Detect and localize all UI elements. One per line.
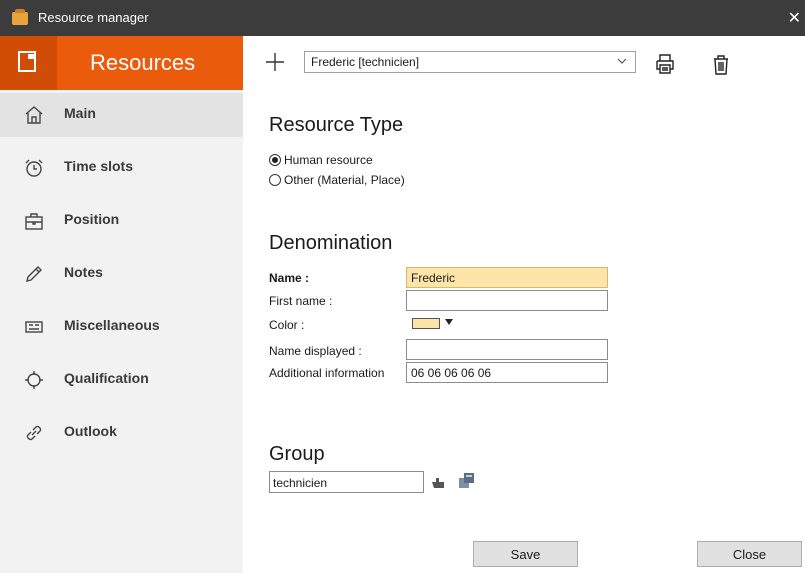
close-button[interactable]: Close (697, 541, 802, 567)
color-dropdown-icon[interactable] (445, 319, 453, 325)
copy-windows-icon[interactable] (458, 472, 476, 490)
radio-unchecked-indicator (269, 174, 281, 186)
denomination-title: Denomination (269, 232, 393, 254)
radio-other[interactable]: Other (Material, Place) (269, 173, 405, 187)
save-button[interactable]: Save (473, 541, 578, 567)
sidebar: Resources Main Time slots Position Notes… (0, 36, 243, 573)
sidebar-item-position[interactable]: Position (0, 199, 243, 243)
trash-icon[interactable] (712, 54, 730, 76)
color-swatch[interactable] (412, 318, 440, 329)
alarm-clock-icon (25, 159, 43, 177)
sidebar-item-time-slots[interactable]: Time slots (0, 146, 243, 190)
sidebar-item-label: Qualification (64, 370, 149, 386)
sidebar-item-miscellaneous[interactable]: Miscellaneous (0, 305, 243, 349)
additional-information-label: Additional information (269, 366, 385, 380)
sidebar-item-label: Miscellaneous (64, 317, 160, 333)
sidebar-header: Resources (0, 36, 243, 90)
color-label: Color : (269, 318, 305, 332)
name-label: Name : (269, 271, 310, 285)
crosshair-icon (25, 371, 43, 389)
window-title: Resource manager (38, 10, 149, 25)
name-displayed-field[interactable] (406, 339, 608, 360)
resources-icon (0, 36, 57, 90)
sidebar-header-label: Resources (90, 50, 196, 75)
resource-select[interactable]: Frederic [technicien] (304, 51, 636, 73)
chevron-down-icon (617, 58, 627, 64)
hand-pointer-icon[interactable] (430, 474, 446, 490)
sidebar-item-label: Outlook (64, 423, 117, 439)
folder-icon (12, 9, 28, 25)
sidebar-item-qualification[interactable]: Qualification (0, 358, 243, 402)
sidebar-item-label: Main (64, 105, 96, 121)
sidebar-item-outlook[interactable]: Outlook (0, 411, 243, 455)
radio-checked-indicator (269, 154, 281, 166)
resource-select-value: Frederic [technicien] (311, 55, 420, 69)
link-icon (26, 425, 42, 441)
group-title: Group (269, 443, 325, 465)
briefcase-icon (25, 213, 43, 230)
first-name-field[interactable] (406, 290, 608, 311)
plus-icon[interactable] (263, 50, 287, 74)
pencil-icon (26, 266, 42, 282)
first-name-label: First name : (269, 294, 333, 308)
sidebar-item-label: Time slots (64, 158, 133, 174)
group-field[interactable]: technicien (269, 471, 424, 493)
radio-label: Human resource (284, 153, 373, 167)
keyboard-icon (25, 321, 43, 333)
name-displayed-label: Name displayed : (269, 344, 362, 358)
window-close-button[interactable]: ✕ (788, 8, 801, 28)
sidebar-item-main[interactable]: Main (0, 93, 243, 137)
home-icon (25, 106, 43, 124)
sidebar-item-label: Notes (64, 264, 103, 280)
name-field[interactable]: Frederic (406, 267, 608, 288)
printer-icon[interactable] (654, 53, 676, 75)
radio-human-resource[interactable]: Human resource (269, 153, 373, 167)
sidebar-item-label: Position (64, 211, 120, 227)
window-titlebar: Resource manager ✕ (0, 0, 805, 36)
additional-information-field[interactable]: 06 06 06 06 06 (406, 362, 608, 383)
sidebar-item-notes[interactable]: Notes (0, 252, 243, 296)
resource-type-title: Resource Type (269, 114, 404, 136)
radio-label: Other (Material, Place) (284, 173, 405, 187)
